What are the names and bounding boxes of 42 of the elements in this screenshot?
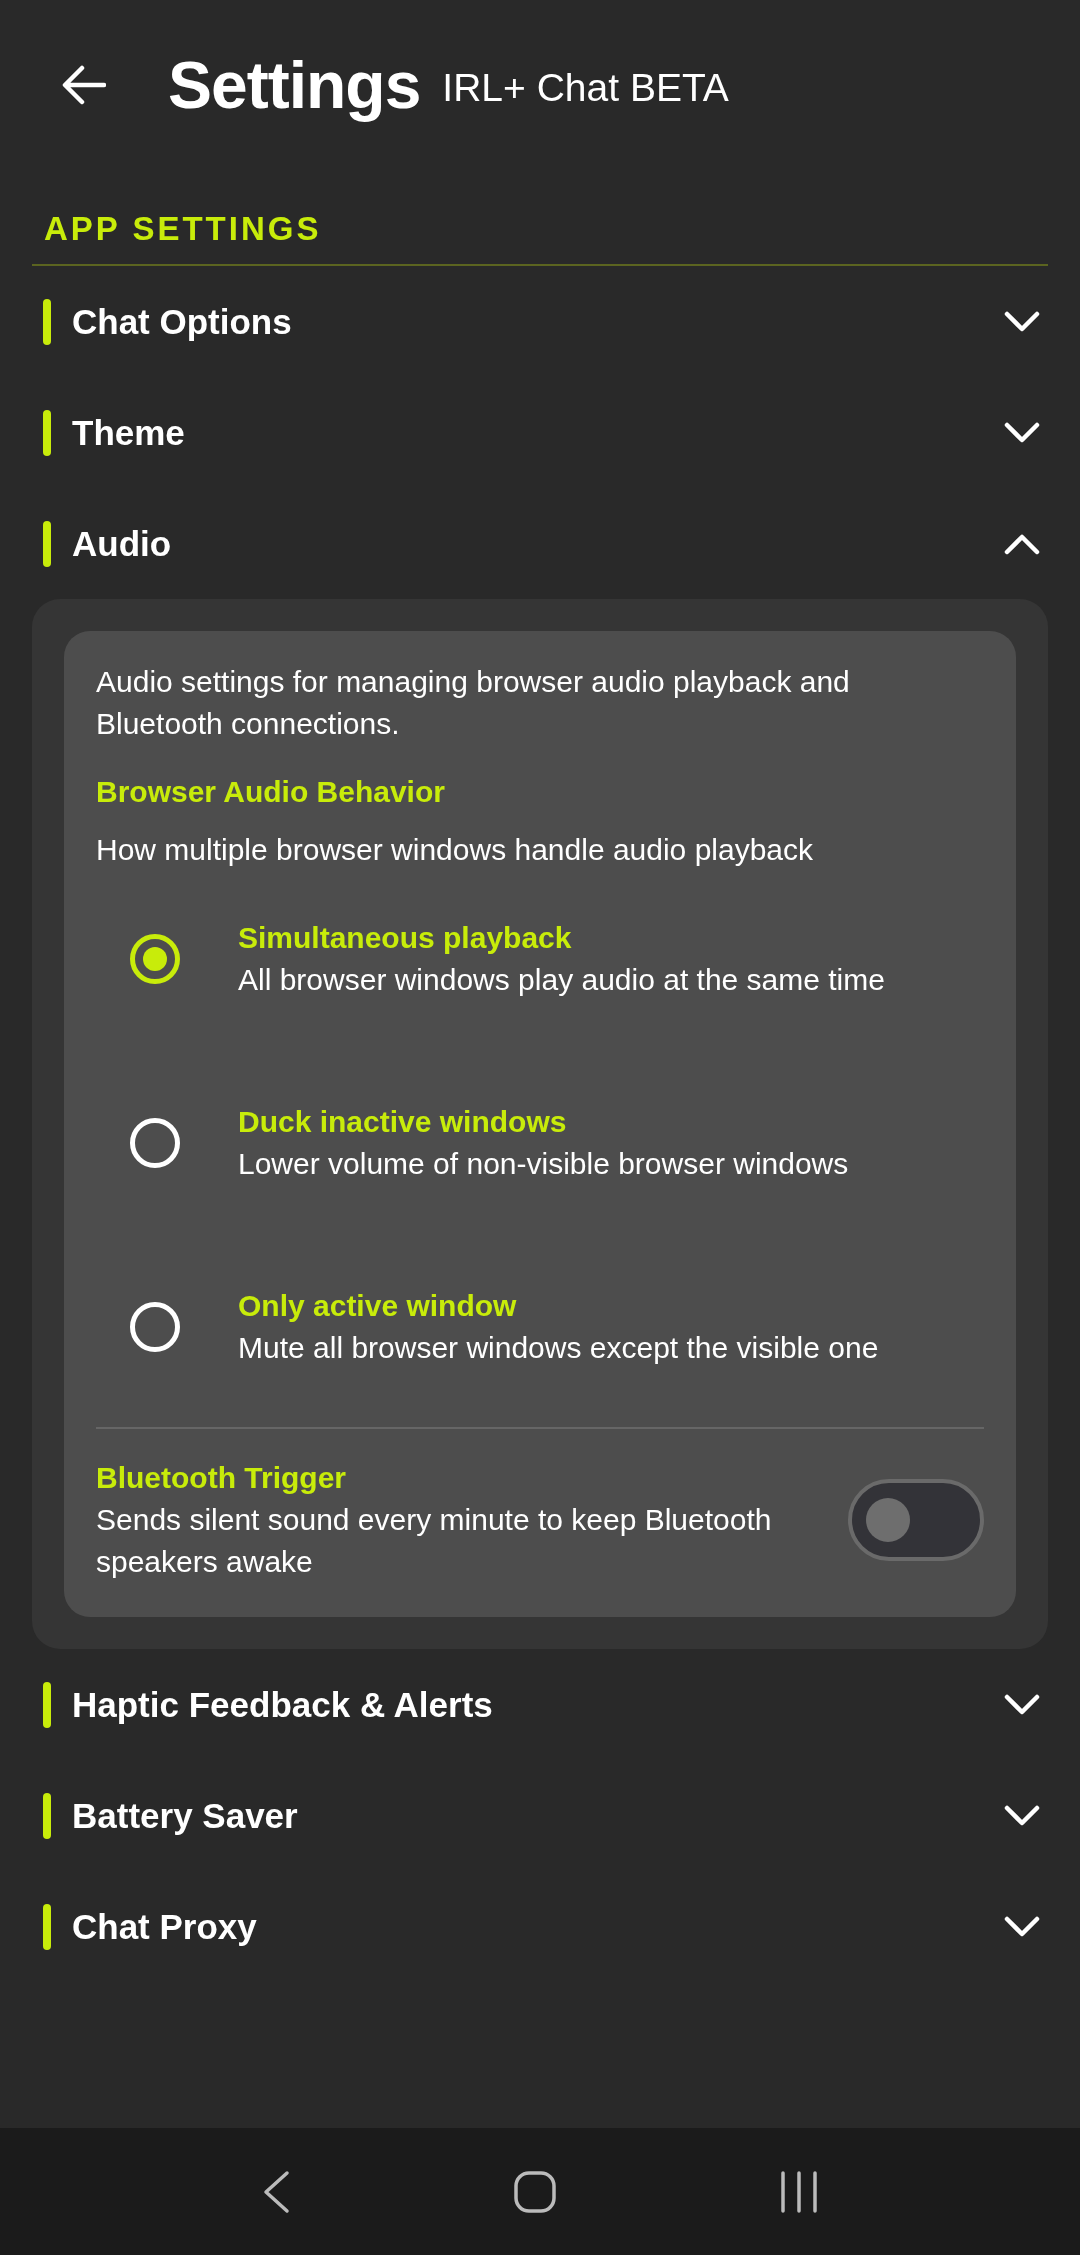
- accent-bar: [43, 520, 51, 567]
- back-nav-icon[interactable]: [261, 2169, 291, 2214]
- option-title: Only active window: [238, 1288, 518, 1324]
- toggle-title: Bluetooth Trigger: [96, 1460, 347, 1496]
- accent-bar: [43, 298, 51, 345]
- toggle-description: Sends silent sound every minute to keep Bluetooth speakers awake: [96, 1502, 773, 1580]
- group-label: Chat Options: [72, 301, 293, 342]
- accent-bar: [43, 409, 51, 456]
- chevron-down-icon: [1004, 421, 1040, 444]
- chevron-down-icon: [1004, 1804, 1040, 1827]
- accent-bar: [43, 1681, 51, 1728]
- settings-group-header[interactable]: Battery Saver: [0, 1760, 1080, 1871]
- group-label: Battery Saver: [72, 1795, 299, 1836]
- home-icon[interactable]: [513, 2169, 557, 2214]
- section-title: APP SETTINGS: [44, 210, 322, 247]
- option-description: Mute all browser windows except the visible one: [238, 1330, 879, 1366]
- option-title: Simultaneous playback: [238, 920, 573, 956]
- recent-apps-icon[interactable]: [779, 2169, 819, 2214]
- group-label: Chat Proxy: [72, 1906, 258, 1947]
- settings-group-header[interactable]: Chat Proxy: [0, 1871, 1080, 1966]
- page-title: Settings: [168, 47, 421, 123]
- option-description: All browser windows play audio at the same time: [238, 962, 885, 998]
- settings-group-header[interactable]: Theme: [0, 377, 1080, 488]
- radio-button[interactable]: [130, 934, 180, 984]
- option-title: Duck inactive windows: [238, 1104, 568, 1140]
- accent-bar: [43, 1903, 51, 1950]
- chevron-down-icon: [1004, 1915, 1040, 1938]
- group-label: Theme: [72, 412, 186, 453]
- chevron-down-icon: [1004, 1693, 1040, 1716]
- settings-group-header[interactable]: Chat Options: [0, 266, 1080, 377]
- settings-group-header[interactable]: Haptic Feedback & Alerts: [0, 1649, 1080, 1760]
- subsection-title: Browser Audio Behavior: [96, 775, 446, 809]
- accent-bar: [43, 1792, 51, 1839]
- group-label: Audio: [72, 523, 173, 564]
- app-subtitle: IRL+ Chat BETA: [442, 66, 729, 110]
- chevron-up-icon: [1004, 532, 1040, 555]
- description-text: Audio settings for managing browser audio playback and Bluetooth connections.: [96, 664, 851, 742]
- chevron-down-icon: [1004, 310, 1040, 333]
- option-description: Lower volume of non-visible browser windows: [238, 1146, 849, 1182]
- settings-group-header[interactable]: Audio: [0, 488, 1080, 599]
- subsection-hint: How multiple browser windows handle audio playback: [96, 833, 815, 867]
- group-label: Haptic Feedback & Alerts: [72, 1684, 494, 1725]
